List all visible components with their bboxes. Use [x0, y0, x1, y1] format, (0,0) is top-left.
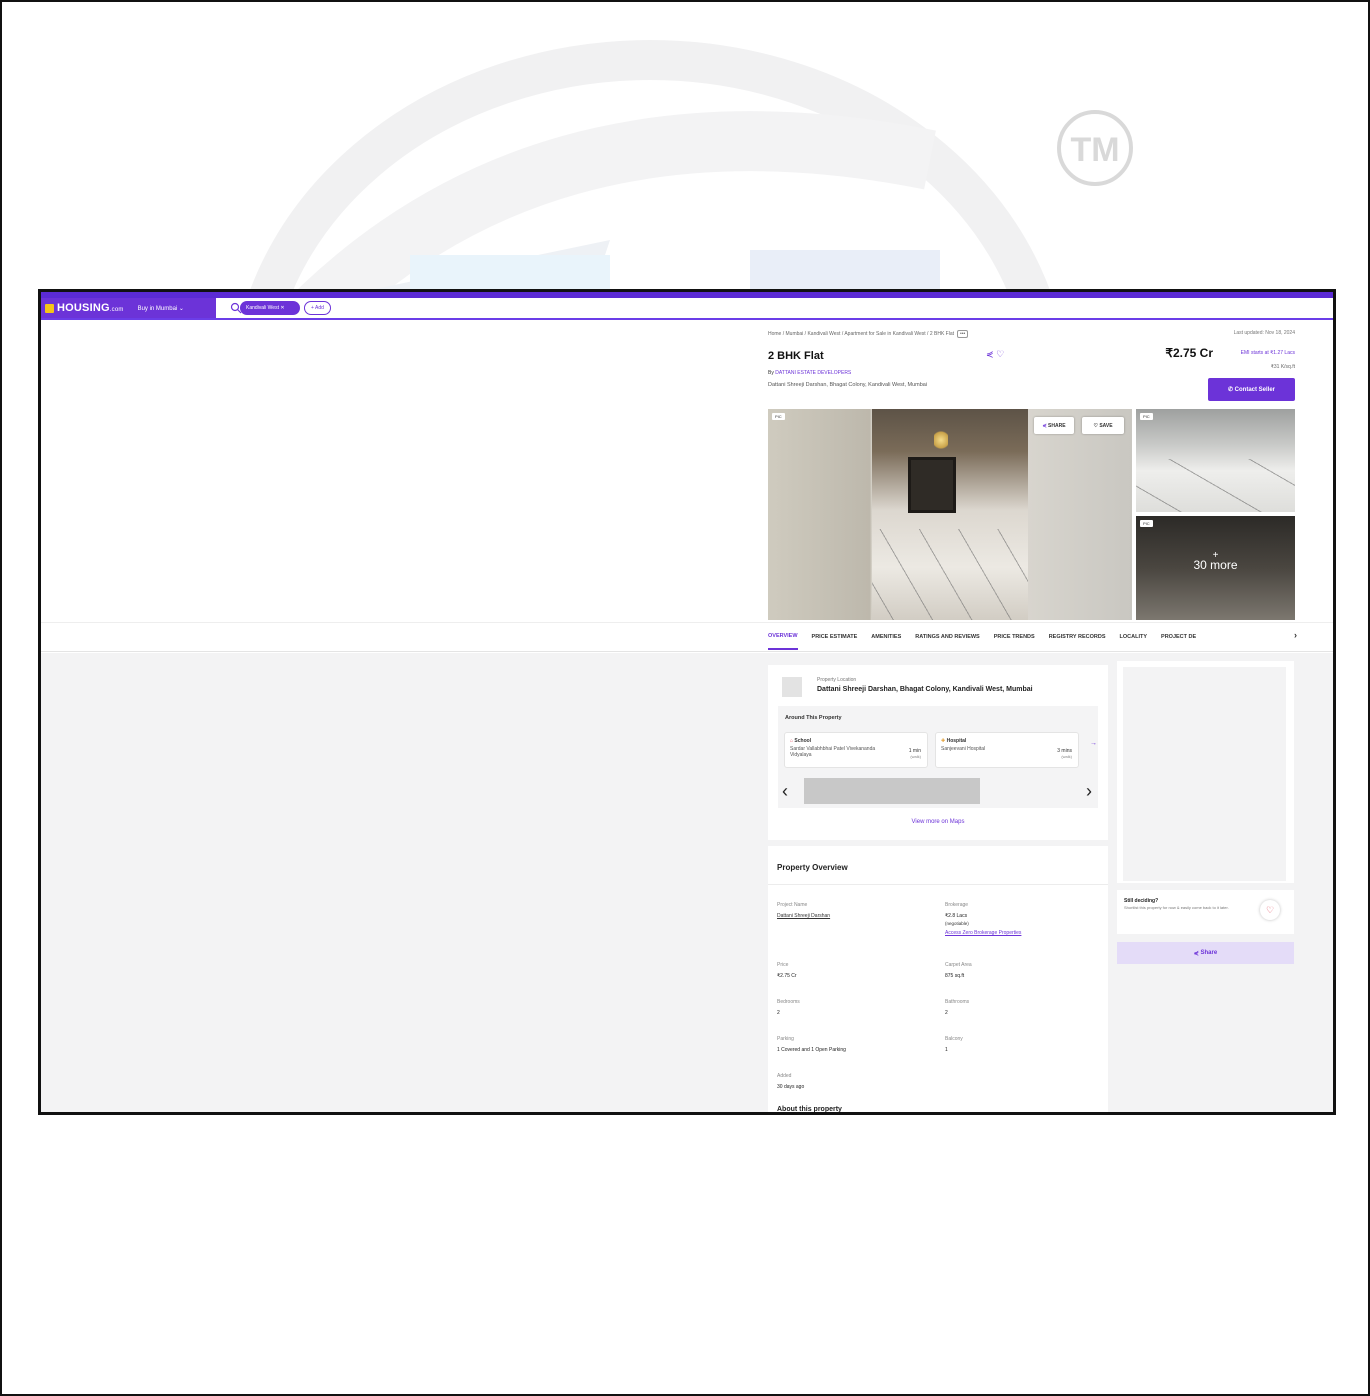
ad-panel [1117, 661, 1294, 883]
hospital-icon: ✚ [941, 738, 946, 744]
parking-field: Parking 1 Covered and 1 Open Parking [777, 1036, 846, 1053]
price: ₹2.75 Cr [1165, 346, 1213, 360]
tab-price-estimate[interactable]: PRICE ESTIMATE [812, 625, 858, 649]
photo-tag: PIC [1140, 520, 1153, 527]
search-bar[interactable]: Kandivali West ✕ + Add [216, 298, 1333, 318]
scrollbar-thumb[interactable] [804, 778, 980, 804]
marble-floor [872, 529, 1028, 620]
price-field: Price ₹2.75 Cr [777, 962, 797, 979]
poi-scroller: ‹ › [782, 778, 1092, 804]
location-label: Property Location [817, 677, 857, 683]
photo-tag: PIC [1140, 413, 1153, 420]
phone-icon: ✆ [1227, 387, 1233, 393]
heart-icon[interactable]: ♡ [1260, 900, 1280, 920]
housing-logo-icon [45, 303, 54, 313]
heart-icon[interactable]: ♡ [996, 349, 1004, 359]
ad-placeholder [1123, 667, 1286, 881]
add-location-chip[interactable]: + Add [304, 301, 331, 315]
chevron-right-icon[interactable]: › [1086, 781, 1092, 802]
tab-locality[interactable]: LOCALITY [1120, 625, 1148, 649]
share-icon: ⋞ [1042, 422, 1047, 429]
top-navbar: HOUSING.com Buy in Mumbai ⌄ Kandivali We… [41, 292, 1333, 320]
balcony-field: Balcony 1 [945, 1036, 963, 1053]
more-photos-count: 30 more [1193, 558, 1238, 572]
chevron-down-icon: ⌄ [178, 305, 184, 312]
arrow-right-icon: → [1090, 740, 1097, 747]
map-thumbnail[interactable] [782, 677, 802, 697]
side-photo-1[interactable]: PIC [1136, 409, 1295, 512]
location-value: Dattani Shreeji Darshan, Bhagat Colony, … [817, 686, 1033, 693]
close-icon[interactable]: ✕ [280, 305, 284, 311]
tab-ratings[interactable]: RATINGS AND REVIEWS [915, 625, 979, 649]
poi-card[interactable]: ✚ Hospital Sanjeevani Hospital 3 mins (wa… [935, 732, 1079, 768]
chandelier [934, 429, 948, 451]
chevron-left-icon[interactable]: ‹ [782, 781, 788, 802]
breadcrumb-more-button[interactable]: ••• [957, 330, 969, 338]
marble-floor [1136, 459, 1295, 512]
brokerage-field: Brokerage ₹2.8 Lacs (negotiable) Access … [945, 902, 1022, 936]
location-card: Property Location Dattani Shreeji Darsha… [768, 665, 1108, 840]
property-address: Dattani Shreeji Darshan, Bhagat Colony, … [768, 382, 928, 388]
shortlist-title: Still deciding? [1124, 898, 1159, 904]
about-heading: About this property [777, 1106, 842, 1113]
builder-link[interactable]: DATTANI ESTATE DEVELOPERS [775, 370, 851, 376]
page-title: 2 BHK Flat [768, 350, 824, 362]
window [908, 457, 956, 513]
poi-card[interactable]: ⌂ School Sardar Vallabhbhai Patel Viveka… [784, 732, 928, 768]
brand-name[interactable]: HOUSING.com [57, 302, 124, 314]
chevron-right-icon[interactable]: › [1294, 630, 1297, 640]
tab-registry[interactable]: REGISTRY RECORDS [1049, 625, 1106, 649]
emi-link[interactable]: EMI starts at ₹1.27 Lacs [1241, 350, 1295, 356]
overview-title: Property Overview [777, 863, 848, 872]
builder-line: By DATTANI ESTATE DEVELOPERS [768, 370, 852, 376]
tab-overview[interactable]: OVERVIEW [768, 624, 798, 650]
title-actions: ⋞ ♡ [986, 349, 1004, 360]
location-chip[interactable]: Kandivali West ✕ [240, 301, 300, 315]
share-icon[interactable]: ⋞ [986, 349, 994, 359]
tab-price-trends[interactable]: PRICE TRENDS [994, 625, 1035, 649]
tab-project[interactable]: PROJECT DE [1161, 625, 1196, 649]
around-property: Around This Property ⌂ School Sardar Val… [778, 706, 1098, 808]
side-share-button[interactable]: ⋞ Share [1117, 942, 1294, 964]
bathrooms-field: Bathrooms 2 [945, 999, 970, 1016]
room-photo [872, 409, 1028, 620]
city-dropdown[interactable]: Buy in Mumbai ⌄ [138, 305, 184, 312]
contact-seller-button[interactable]: ✆ Contact Seller [1208, 378, 1295, 401]
project-name-link[interactable]: Dattani Shreeji Darshan [777, 913, 830, 919]
view-maps-link[interactable]: View more on Maps [768, 819, 1108, 825]
photo-tag: PIC [772, 413, 785, 420]
trademark-text: TM [1070, 131, 1119, 169]
share-button[interactable]: ⋞ SHARE [1034, 417, 1074, 434]
screenshot-panel: HOUSING.com Buy in Mumbai ⌄ Kandivali We… [38, 289, 1336, 1115]
added-field: Added 30 days ago [777, 1073, 805, 1090]
share-icon: ⋞ [1193, 950, 1199, 957]
tab-amenities[interactable]: AMENITIES [871, 625, 901, 649]
shortlist-card: Still deciding? Shortlist this property … [1117, 890, 1294, 934]
property-overview-card: Property Overview Project Name Dattani S… [768, 846, 1108, 1113]
carpet-area-field: Carpet Area 875 sq.ft [945, 962, 972, 979]
bedrooms-field: Bedrooms 2 [777, 999, 800, 1016]
last-updated: Last updated: Nov 18, 2024 [1233, 330, 1295, 336]
shortlist-text: Shortlist this property for now & easily… [1124, 905, 1229, 910]
heart-icon: ♡ [1093, 422, 1098, 429]
save-button[interactable]: ♡ SAVE [1082, 417, 1124, 434]
project-name-field: Project Name Dattani Shreeji Darshan [777, 902, 831, 919]
main-photo[interactable]: PIC ⋞ SHARE ♡ SAVE [768, 409, 1132, 620]
price-per-sqft: ₹31 K/sq.ft [1270, 364, 1295, 370]
photo-gallery: PIC ⋞ SHARE ♡ SAVE PIC PIC + 30 more [768, 409, 1295, 620]
school-icon: ⌂ [790, 738, 794, 744]
zero-brokerage-link[interactable]: Access Zero Brokerage Properties [945, 930, 1021, 936]
breadcrumb[interactable]: Home / Mumbai / Kandivali West / Apartme… [768, 330, 969, 338]
around-title: Around This Property [785, 715, 842, 721]
side-photo-more[interactable]: PIC + 30 more [1136, 516, 1295, 620]
divider [768, 884, 1108, 885]
section-tabs: OVERVIEW PRICE ESTIMATE AMENITIES RATING… [768, 622, 1333, 652]
poi-next-arrow[interactable]: → [1090, 732, 1098, 768]
brand-area: HOUSING.com Buy in Mumbai ⌄ [41, 298, 216, 318]
